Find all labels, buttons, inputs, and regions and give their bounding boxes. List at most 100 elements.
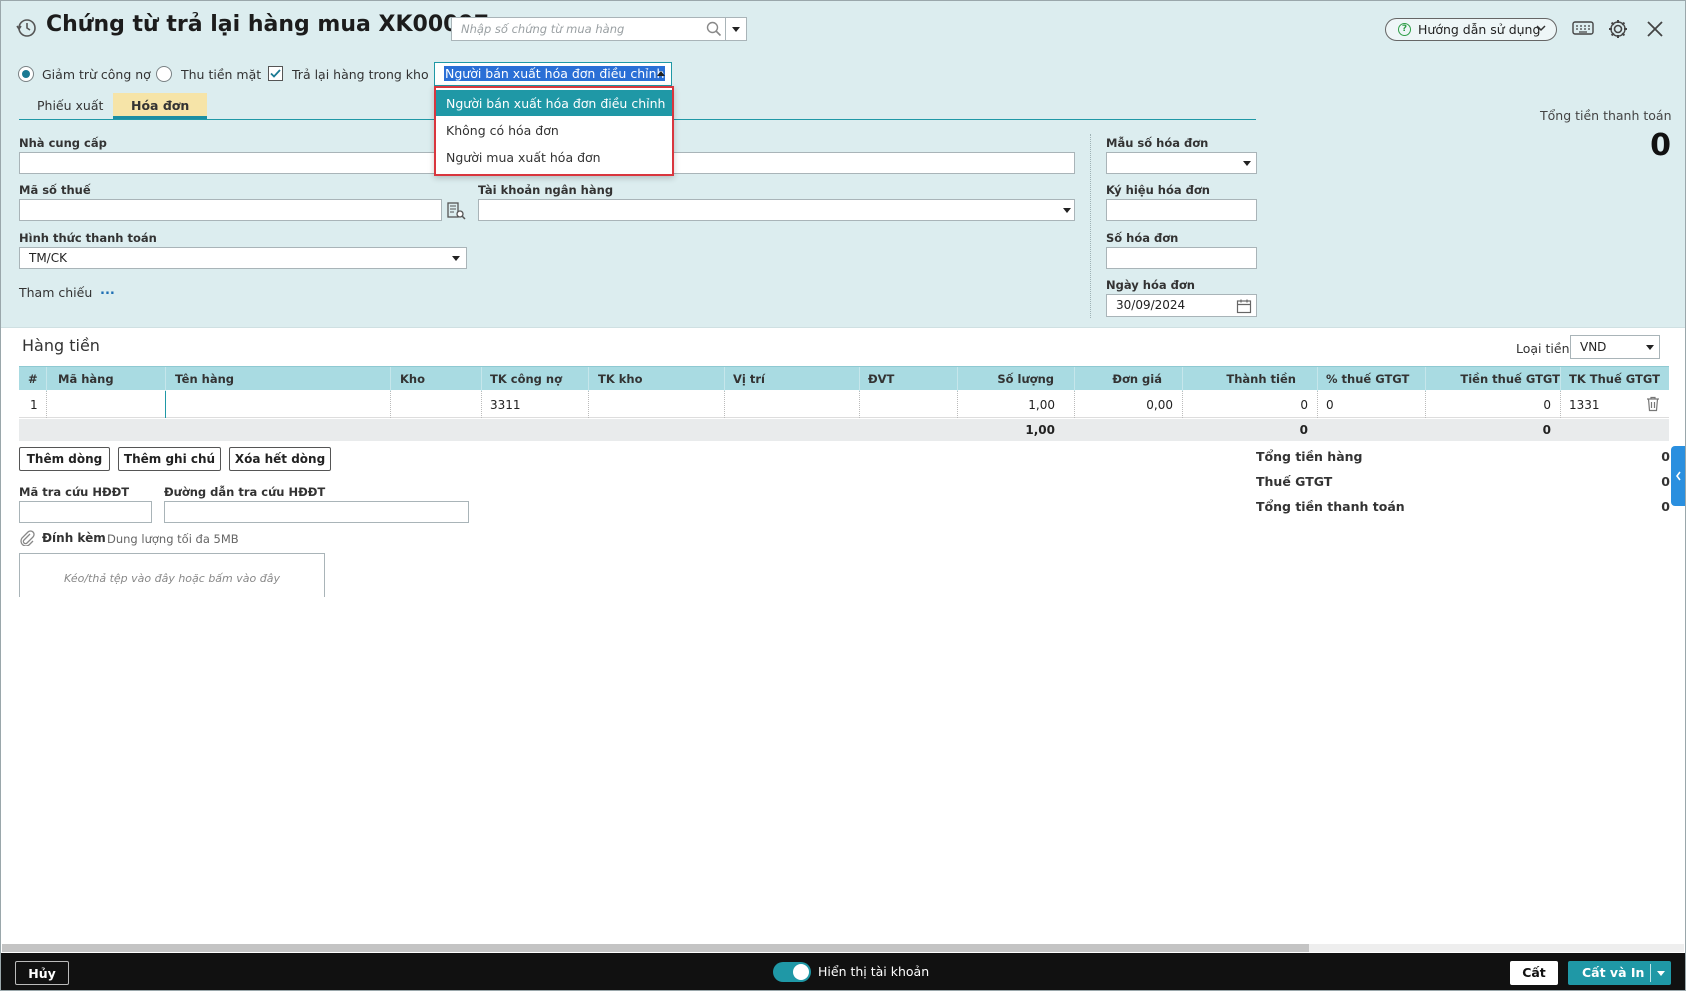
cell-separator	[1560, 391, 1561, 418]
save-print-button[interactable]: Cất và In	[1568, 961, 1671, 985]
lookup-code-input[interactable]	[19, 501, 152, 523]
chevron-down-icon	[452, 256, 460, 261]
lookup-url-input[interactable]	[164, 501, 469, 523]
cell-vat-rate[interactable]: 0	[1326, 398, 1334, 412]
table-row[interactable]: 1 3311 1,00 0,00 0 0 0 1331	[19, 391, 1669, 418]
lookup-code-label: Mã tra cứu HĐĐT	[19, 485, 130, 499]
invoice-type-select[interactable]: Người bán xuất hóa đơn điều chỉnh	[434, 62, 672, 86]
show-account-toggle[interactable]	[773, 962, 811, 982]
add-note-button[interactable]: Thêm ghi chú	[118, 447, 221, 471]
col-vat-rate[interactable]: % thuế GTGT	[1326, 372, 1409, 386]
invoice-date-input[interactable]: 30/09/2024	[1106, 294, 1257, 317]
return-stock-label[interactable]: Trả lại hàng trong kho	[292, 67, 429, 82]
total-value: 0	[1650, 128, 1671, 163]
tab-export-slip[interactable]: Phiếu xuất	[19, 93, 121, 119]
cell-payable-account[interactable]: 3311	[490, 398, 521, 412]
col-unit[interactable]: ĐVT	[868, 372, 894, 386]
summary-total-value: 0	[1661, 499, 1670, 514]
cell-separator	[1425, 391, 1426, 418]
col-separator	[481, 367, 482, 391]
cancel-button[interactable]: Hủy	[15, 961, 69, 985]
col-vat-account[interactable]: TK Thuế GTGT	[1569, 372, 1668, 386]
add-row-button[interactable]: Thêm dòng	[19, 447, 110, 471]
close-icon[interactable]	[1645, 19, 1665, 42]
help-button[interactable]: ? Hướng dẫn sử dụng	[1385, 18, 1557, 41]
keyboard-icon[interactable]	[1572, 20, 1594, 41]
cell-vat-amount[interactable]: 0	[1429, 398, 1551, 412]
summary-goods-label: Tổng tiền hàng	[1256, 449, 1363, 464]
col-unit-price[interactable]: Đơn giá	[1079, 372, 1162, 386]
col-amount[interactable]: Thành tiền	[1187, 372, 1296, 386]
cell-quantity[interactable]: 1,00	[959, 398, 1055, 412]
search-dropdown-button[interactable]	[725, 17, 747, 41]
tax-lookup-icon[interactable]	[446, 201, 466, 224]
radio-debt-reduction[interactable]	[18, 66, 34, 82]
trash-icon[interactable]	[1646, 396, 1660, 415]
bank-account-select[interactable]	[478, 199, 1075, 221]
cell-separator	[859, 391, 860, 418]
radio-cash[interactable]	[156, 66, 172, 82]
dropzone-hint: Kéo/thả tệp vào đây hoặc bấm vào đây	[64, 572, 280, 585]
radio-debt-label[interactable]: Giảm trừ công nợ	[42, 67, 151, 82]
radio-cash-label[interactable]: Thu tiền mặt	[181, 67, 261, 82]
help-label: Hướng dẫn sử dụng	[1418, 22, 1541, 37]
col-item-name[interactable]: Tên hàng	[175, 372, 234, 386]
save-button[interactable]: Cất	[1510, 961, 1558, 985]
scrollbar-thumb[interactable]	[2, 944, 1309, 952]
cell-unit-price[interactable]: 0,00	[1079, 398, 1173, 412]
gear-icon[interactable]	[1607, 18, 1629, 43]
summary-goods-value: 0	[1661, 449, 1670, 464]
purchase-search-input[interactable]: Nhập số chứng từ mua hàng	[451, 17, 726, 41]
return-stock-checkbox[interactable]	[268, 66, 283, 81]
col-warehouse[interactable]: Kho	[400, 372, 425, 386]
grid-header: # Mã hàng Tên hàng Kho TK công nợ TK kho…	[19, 366, 1669, 391]
paperclip-icon	[19, 530, 35, 549]
col-stock-account[interactable]: TK kho	[598, 372, 643, 386]
invoice-date-label: Ngày hóa đơn	[1106, 278, 1195, 292]
history-icon[interactable]	[15, 17, 37, 39]
attachment-label: Đính kèm	[42, 531, 106, 545]
chevron-down-icon[interactable]	[1657, 971, 1665, 976]
col-location[interactable]: Vị trí	[733, 372, 765, 386]
reference-more-link[interactable]: ...	[100, 283, 115, 298]
invoice-number-label: Số hóa đơn	[1106, 231, 1179, 245]
col-separator	[1074, 367, 1075, 391]
cell-vat-account[interactable]: 1331	[1569, 398, 1600, 412]
dropdown-option-seller-adjust[interactable]: Người bán xuất hóa đơn điều chỉnh	[436, 90, 672, 116]
side-panel-toggle[interactable]	[1671, 446, 1686, 506]
dropdown-option-no-invoice[interactable]: Không có hóa đơn	[436, 117, 672, 143]
total-label: Tổng tiền thanh toán	[1540, 108, 1672, 123]
dropdown-option-buyer-issue[interactable]: Người mua xuất hóa đơn	[436, 144, 672, 170]
show-account-label[interactable]: Hiển thị tài khoản	[818, 964, 929, 979]
check-icon	[270, 69, 281, 78]
col-quantity[interactable]: Số lượng	[959, 372, 1054, 386]
chevron-up-icon	[657, 71, 665, 76]
col-item-code[interactable]: Mã hàng	[58, 372, 114, 386]
lookup-url-label: Đường dẫn tra cứu HĐĐT	[164, 485, 326, 499]
delete-all-rows-button[interactable]: Xóa hết dòng	[229, 447, 331, 471]
attachment-dropzone[interactable]: Kéo/thả tệp vào đây hoặc bấm vào đây	[19, 553, 325, 597]
currency-select[interactable]: VND	[1570, 335, 1660, 359]
attachment-limit: Dung lượng tối đa 5MB	[107, 532, 239, 546]
horizontal-scrollbar[interactable]	[2, 944, 1684, 952]
cell-separator	[1317, 391, 1318, 418]
col-separator	[1317, 367, 1318, 391]
invoice-symbol-input[interactable]	[1106, 199, 1257, 221]
search-icon[interactable]	[706, 21, 722, 40]
col-separator	[46, 367, 47, 391]
col-vat-amount[interactable]: Tiền thuế GTGT	[1429, 372, 1560, 386]
cell-amount[interactable]: 0	[1187, 398, 1308, 412]
tab-invoice[interactable]: Hóa đơn	[113, 93, 208, 119]
payment-method-select[interactable]: TM/CK	[19, 247, 467, 269]
cell-separator	[957, 391, 958, 418]
invoice-template-select[interactable]	[1106, 152, 1257, 174]
col-separator	[957, 367, 958, 391]
section-title-items: Hàng tiền	[22, 336, 100, 355]
tax-code-input[interactable]	[19, 199, 442, 221]
save-print-label: Cất và In	[1582, 965, 1645, 980]
calendar-icon[interactable]	[1236, 298, 1252, 317]
col-payable-account[interactable]: TK công nợ	[490, 372, 562, 386]
invoice-type-dropdown: Người bán xuất hóa đơn điều chỉnh Không …	[434, 86, 674, 176]
cell-separator	[1182, 391, 1183, 418]
invoice-number-input[interactable]	[1106, 247, 1257, 269]
